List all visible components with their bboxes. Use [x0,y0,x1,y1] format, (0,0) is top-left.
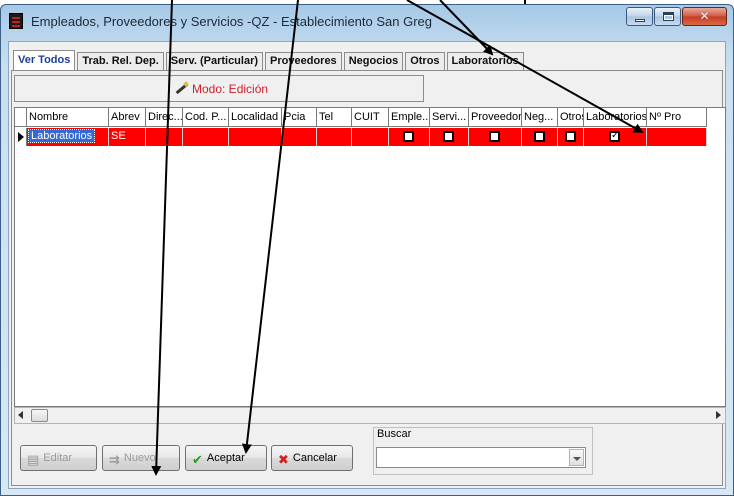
cell-cod-postal[interactable] [183,128,229,146]
header-proveedor[interactable]: Proveedor [469,108,522,127]
horizontal-scrollbar[interactable] [14,407,726,424]
close-button[interactable]: ✕ [682,7,727,26]
cell-proveedor [469,128,522,146]
header-localidad[interactable]: Localidad [229,108,282,127]
scroll-left-icon[interactable] [18,411,23,419]
tab-laboratorios[interactable]: Laboratorios [446,52,524,70]
cell-nombre-text: Laboratorios [27,129,96,143]
cell-empleado [389,128,430,146]
header-negocio[interactable]: Neg... [522,108,558,127]
scroll-right-icon[interactable] [716,411,721,419]
tab-negocios[interactable]: Negocios [343,52,404,70]
new-button[interactable]: ⇉ Nuevo [102,445,180,471]
records-grid[interactable]: Nombre Abrev Direc... Cod. P... Localida… [14,107,726,407]
tab-proveedores[interactable]: Proveedores [265,52,342,70]
checkbox-empleado[interactable] [403,131,414,142]
cell-negocio [522,128,558,146]
header-indicator [15,108,27,127]
mode-indicator: Modo: Edición [14,75,424,102]
minimize-button[interactable] [626,7,653,26]
header-abrev[interactable]: Abrev [109,108,146,127]
cell-otros [558,128,584,146]
cell-tel[interactable] [317,128,352,146]
header-direccion[interactable]: Direc... [146,108,183,127]
tab-trab-rel-dep[interactable]: Trab. Rel. Dep. [77,52,164,70]
tab-serv-particular[interactable]: Serv. (Particular) [165,52,264,70]
checkbox-proveedor[interactable] [489,131,500,142]
search-input[interactable] [376,447,586,468]
window-controls: ✕ [625,7,727,26]
window-title: Empleados, Proveedores y Servicios -QZ -… [31,14,433,29]
header-pcia[interactable]: Pcia [282,108,317,127]
mode-label-wrap: Modo: Edición [175,82,268,96]
header-cuit[interactable]: CUIT [352,108,389,127]
title-bar[interactable]: Empleados, Proveedores y Servicios -QZ -… [1,5,733,37]
checkbox-servicio[interactable] [443,131,454,142]
header-empleado[interactable]: Emple... [389,108,430,127]
edit-button-label: Editar [43,452,73,464]
cancel-icon: ✖ [278,453,289,468]
header-tel[interactable]: Tel [317,108,352,127]
chevron-down-icon[interactable] [569,449,584,466]
tab-ver-todos[interactable]: Ver Todos [13,50,76,71]
search-group: Buscar [373,427,593,475]
close-icon: ✕ [699,9,710,23]
edit-icon: ▤ [27,453,40,468]
edit-button[interactable]: ▤ Editar [20,445,97,471]
header-servicio[interactable]: Servi... [430,108,469,127]
scroll-thumb[interactable] [31,409,48,422]
header-nro-proveedor[interactable]: Nº Pro [647,108,707,127]
current-row-arrow-icon [18,132,24,142]
cell-cuit[interactable] [352,128,389,146]
search-label: Buscar [377,428,412,440]
cell-laboratorios [584,128,647,146]
header-laboratorios[interactable]: Laboratorios [584,108,647,127]
header-nombre[interactable]: Nombre [27,108,109,127]
new-button-label: Nuevo [123,452,156,464]
row-indicator [15,128,27,146]
accept-button[interactable]: ✔ Aceptar [185,445,267,471]
cell-localidad[interactable] [229,128,282,146]
cancel-button[interactable]: ✖ Cancelar [271,445,353,471]
cell-nro-proveedor[interactable] [647,128,707,146]
new-icon: ⇉ [109,453,120,468]
cell-nombre[interactable]: Laboratorios [27,128,109,146]
header-otros[interactable]: Otros [558,108,584,127]
checkbox-otros[interactable] [564,131,576,142]
main-window: Empleados, Proveedores y Servicios -QZ -… [0,4,734,496]
checkmark-icon: ✔ [192,453,203,468]
pencil-icon [175,82,189,94]
grid-header: Nombre Abrev Direc... Cod. P... Localida… [15,108,707,127]
tab-panel: Modo: Edición Nombre Abrev Direc... Cod.… [11,70,726,486]
maximize-button[interactable] [654,7,681,26]
cell-servicio [430,128,469,146]
cancel-button-label: Cancelar [292,452,337,464]
accept-button-label: Aceptar [206,452,245,464]
mode-label: Modo: Edición [192,82,269,96]
maximize-icon [663,12,674,21]
table-row[interactable]: Laboratorios SE [15,128,707,146]
cell-direccion[interactable] [146,128,183,146]
tab-strip: Ver Todos Trab. Rel. Dep. Serv. (Particu… [13,48,526,71]
header-cod-postal[interactable]: Cod. P... [183,108,229,127]
tab-otros[interactable]: Otros [405,52,445,70]
app-icon[interactable] [9,13,23,29]
minimize-icon [635,19,645,22]
checkbox-laboratorios[interactable] [609,130,620,142]
client-area: Ver Todos Trab. Rel. Dep. Serv. (Particu… [8,41,726,489]
checkbox-negocio[interactable] [533,131,545,142]
cell-pcia[interactable] [282,128,317,146]
cell-abrev[interactable]: SE [109,128,146,146]
